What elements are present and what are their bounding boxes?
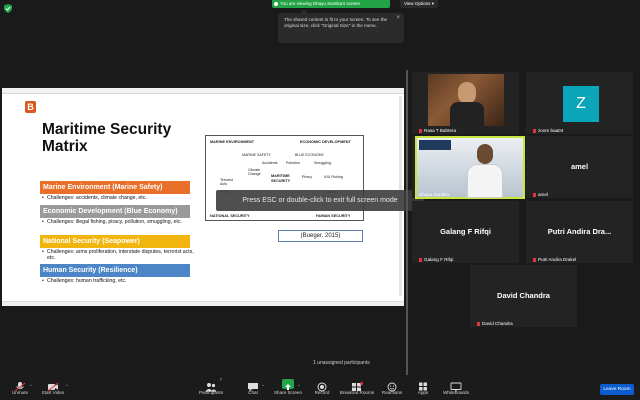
meeting-toolbar: Unmute ^ Start Video ^ 7 Participants Ch… (0, 375, 640, 400)
participant-name-label: Rasa T Bahtera (419, 128, 456, 133)
fullscreen-exit-notice: Press ESC or double-click to exit full s… (216, 190, 424, 211)
participant-display-name: Putri Andira Dra... (547, 227, 612, 236)
muted-mic-icon (533, 192, 536, 197)
participant-tile[interactable]: Z zoom baa04 (526, 72, 633, 134)
citation-box: (Bueger, 2015) (278, 230, 363, 242)
diagram-label: Terrorist Acts (220, 178, 233, 186)
participant-face (477, 144, 493, 164)
sharing-status-banner: You are viewing Dhayu Santika's screen (272, 0, 390, 8)
muted-mic-icon (533, 257, 536, 262)
view-options-button[interactable]: View Options ▾ (400, 0, 438, 8)
active-speaker-video (415, 136, 525, 199)
participants-icon: 7 (205, 377, 222, 392)
participant-name-label: amel (533, 192, 548, 197)
section-bullet: Challenges: illegal fishing, piracy, pol… (42, 219, 197, 225)
participant-tile[interactable]: Putri Andira Dra... Putri Andira Drakel (526, 201, 633, 263)
video-off-icon (47, 379, 59, 392)
participant-tile-active[interactable]: Dhayu Santika (412, 136, 525, 199)
section-heading: National Security (Seapower) (40, 235, 190, 248)
diagram-label: Climate Change (248, 168, 261, 176)
breakout-rooms-icon (351, 379, 363, 391)
sharing-status-text: You are viewing Dhayu Santika's screen (280, 1, 360, 6)
muted-mic-icon (419, 257, 422, 262)
participant-name-label: zoom baa04 (533, 128, 563, 133)
panel-divider[interactable] (406, 70, 408, 375)
chat-icon (247, 379, 259, 392)
participant-display-name: amel (570, 162, 589, 171)
diagram-label: MARINE ENVIRONMENT (210, 140, 255, 144)
participant-tile[interactable]: amel amel (526, 136, 633, 198)
participant-display-name: David Chandra (497, 291, 550, 300)
unassigned-participants-bar[interactable]: 1 unassigned participants (305, 357, 405, 369)
muted-mic-icon (533, 128, 536, 133)
share-screen-icon (282, 379, 294, 390)
diagram-label: HUMAN SECURITY (316, 214, 351, 218)
record-icon (316, 379, 328, 392)
diagram-label: MARINE SAFETY (242, 153, 271, 157)
presentation-statusbar (2, 301, 404, 306)
smiley-icon (386, 379, 398, 392)
participant-name-label: Galang F Rifqi (419, 257, 453, 262)
chat-button[interactable]: Chat (233, 377, 273, 399)
breakout-rooms-button[interactable]: Breakout Rooms (337, 377, 377, 399)
chevron-up-icon[interactable]: ^ (30, 383, 32, 388)
tooltip-text: The shared content is fit to your screen… (284, 17, 388, 29)
diagram-label: Piracy (302, 175, 312, 179)
fit-screen-tooltip: The shared content is fit to your screen… (278, 9, 404, 43)
diagram-label: Smuggling (314, 161, 331, 165)
participant-body (467, 164, 503, 198)
apps-icon (417, 379, 429, 391)
diagram-label: Accidents (262, 161, 278, 165)
participant-body (450, 102, 484, 126)
section-bullet: Challenges: accidents, climate change, e… (42, 195, 197, 201)
record-button[interactable]: Record (302, 377, 342, 399)
mic-muted-icon (14, 379, 26, 392)
participant-tile[interactable]: Galang F Rifqi Galang F Rifqi (412, 201, 519, 263)
participant-avatar: Z (563, 86, 599, 122)
chevron-up-icon[interactable]: ^ (298, 383, 300, 388)
diagram-label: BLUE ECONOMY (295, 153, 324, 157)
whiteboards-button[interactable]: Whiteboards (436, 377, 476, 399)
section-heading: Human Security (Resilience) (40, 264, 190, 277)
participant-name-label: Putri Andira Drakel (533, 257, 576, 262)
close-icon[interactable]: × (396, 15, 400, 21)
participant-tile[interactable]: David Chandra David Chandra (470, 265, 577, 327)
diagram-label: Pollution (286, 161, 300, 165)
diagram-label: ECONOMIC DEVELOPMENT (300, 140, 351, 144)
chevron-up-icon[interactable]: ^ (262, 383, 264, 388)
view-options-label: View Options (404, 1, 431, 6)
participant-face (458, 82, 476, 104)
diagram-center-label: MARITIME SECURITY (271, 174, 291, 183)
participant-video (428, 74, 504, 126)
zoom-window: You are viewing Dhayu Santika's screen V… (0, 0, 640, 400)
presentation-titlebar (2, 88, 404, 94)
participant-name-label: David Chandra (477, 321, 513, 326)
section-heading: Marine Environment (Marine Safety) (40, 181, 190, 194)
university-logo: B (25, 101, 36, 113)
section-bullet: Challenges: arms proliferation, intersta… (42, 249, 197, 261)
participant-tile[interactable]: Rasa T Bahtera (412, 72, 519, 134)
background-poster (419, 140, 451, 150)
chevron-up-icon[interactable]: ^ (66, 383, 68, 388)
participants-button[interactable]: 7 Participants (191, 377, 231, 399)
status-dot-icon (274, 2, 278, 6)
diagram-label: NATIONAL SECURITY (210, 214, 250, 218)
section-heading: Economic Development (Blue Economy) (40, 205, 190, 218)
muted-mic-icon (419, 128, 422, 133)
whiteboard-icon (450, 379, 462, 392)
diagram-label: IUU Fishing (324, 175, 343, 179)
section-bullet: Challenges: human trafficking, etc. (42, 278, 197, 284)
participants-count: 7 (219, 377, 222, 382)
shield-icon[interactable] (4, 4, 12, 13)
slide-title: Maritime Security Matrix (42, 121, 172, 155)
participant-display-name: Galang F Rifqi (440, 227, 491, 236)
participant-name-label: Dhayu Santika (419, 192, 449, 197)
chevron-down-icon: ▾ (431, 1, 434, 6)
start-video-button[interactable]: Start Video (33, 377, 73, 399)
muted-mic-icon (477, 321, 480, 326)
leave-room-button[interactable]: Leave Room (600, 384, 634, 395)
